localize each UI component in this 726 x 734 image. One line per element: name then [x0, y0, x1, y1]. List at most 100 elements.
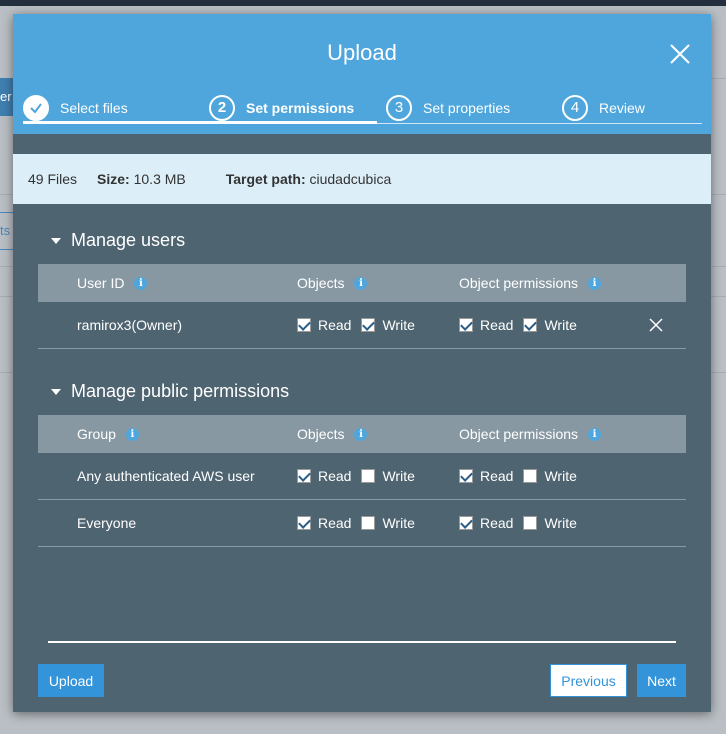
- permissions-write-checkbox[interactable]: Write: [523, 317, 577, 333]
- checkbox-label: Read: [318, 317, 352, 333]
- background-tab-label: er: [0, 89, 12, 104]
- table-row: ramirox3(Owner) Read Write Read Write: [38, 302, 686, 349]
- column-objects: Objects i: [297, 264, 368, 302]
- column-label: Object permissions: [459, 275, 579, 291]
- column-user-id: User ID i: [77, 264, 148, 302]
- permissions-read-checkbox[interactable]: Read: [459, 468, 513, 484]
- close-icon[interactable]: [668, 42, 692, 66]
- step-number: 2: [209, 94, 235, 121]
- objects-permissions: Read Write: [297, 302, 425, 348]
- info-icon[interactable]: i: [134, 276, 148, 290]
- info-icon[interactable]: i: [125, 427, 139, 441]
- background-tab: er: [0, 78, 14, 116]
- checkbox-label: Read: [480, 317, 514, 333]
- column-object-permissions: Object permissions i: [459, 264, 602, 302]
- step-number: 4: [562, 94, 588, 121]
- section-title: Manage users: [71, 230, 186, 250]
- column-objects: Objects i: [297, 415, 368, 453]
- step-label: Review: [599, 99, 645, 116]
- target-path-value: ciudadcubica: [309, 171, 392, 187]
- checkbox-box: [459, 318, 473, 332]
- remove-user-icon[interactable]: [648, 317, 664, 333]
- target-path-label: Target path:: [225, 171, 306, 187]
- info-icon[interactable]: i: [354, 276, 368, 290]
- checkbox-box: [361, 516, 376, 530]
- checkbox-box: [297, 318, 311, 332]
- objects-read-checkbox[interactable]: Read: [297, 468, 351, 484]
- checkbox-box: [361, 318, 376, 332]
- size-label: Size:: [97, 171, 130, 187]
- active-step-indicator: [23, 121, 377, 124]
- file-count: 49 Files: [28, 171, 78, 187]
- checkbox-box: [523, 469, 538, 483]
- objects-write-checkbox[interactable]: Write: [361, 468, 415, 484]
- checkbox-box: [523, 318, 538, 332]
- table-row: Any authenticated AWS user Read Write Re…: [38, 453, 686, 500]
- checkbox-box: [459, 516, 473, 530]
- group-name: Any authenticated AWS user: [77, 468, 255, 484]
- object-permissions: Read Write: [459, 453, 587, 499]
- public-permissions-toggle[interactable]: Manage public permissions: [51, 381, 289, 402]
- upload-modal: Upload Select files 2 Set permissions 3 …: [13, 14, 711, 712]
- permissions-write-checkbox[interactable]: Write: [523, 468, 577, 484]
- checkbox-label: Write: [544, 317, 577, 333]
- group-name: Everyone: [77, 515, 137, 531]
- step-set-properties[interactable]: 3 Set properties: [386, 92, 510, 123]
- caret-down-icon: [51, 388, 61, 395]
- checkbox-label: Write: [382, 515, 415, 531]
- next-button[interactable]: Next: [637, 664, 686, 697]
- checkbox-box: [297, 516, 311, 530]
- step-select-files[interactable]: Select files: [23, 92, 128, 123]
- checkbox-label: Write: [382, 317, 415, 333]
- upload-button[interactable]: Upload: [38, 664, 104, 697]
- checkbox-label: Read: [318, 468, 352, 484]
- manage-users-toggle[interactable]: Manage users: [51, 230, 185, 251]
- checkbox-box: [459, 469, 473, 483]
- checkbox-label: Read: [480, 468, 514, 484]
- column-group: Group i: [77, 415, 139, 453]
- step-label: Set permissions: [246, 99, 355, 116]
- step-set-permissions[interactable]: 2 Set permissions: [209, 92, 354, 123]
- user-name: ramirox3(Owner): [77, 317, 183, 333]
- column-label: Objects: [297, 275, 345, 291]
- size-info: Size: 10.3 MB: [97, 171, 206, 187]
- modal-title: Upload: [327, 40, 397, 65]
- info-icon[interactable]: i: [588, 427, 602, 441]
- step-label: Set properties: [423, 99, 511, 116]
- checkbox-box: [523, 516, 538, 530]
- checkbox-label: Read: [318, 515, 352, 531]
- objects-read-checkbox[interactable]: Read: [297, 317, 351, 333]
- objects-write-checkbox[interactable]: Write: [361, 515, 415, 531]
- footer-divider: [48, 641, 676, 643]
- column-label: Group: [77, 426, 116, 442]
- info-icon[interactable]: i: [588, 276, 602, 290]
- public-table-header: Group i Objects i Object permissions i: [38, 415, 686, 453]
- step-review[interactable]: 4 Review: [562, 92, 645, 123]
- background-link: ts: [0, 212, 14, 250]
- modal-header: Upload Select files 2 Set permissions 3 …: [13, 14, 711, 134]
- column-label: Objects: [297, 426, 345, 442]
- objects-write-checkbox[interactable]: Write: [361, 317, 415, 333]
- objects-permissions: Read Write: [297, 453, 425, 499]
- checkbox-label: Write: [544, 515, 577, 531]
- step-number: 3: [386, 94, 412, 121]
- wizard-steps: Select files 2 Set permissions 3 Set pro…: [23, 92, 702, 124]
- checkbox-box: [297, 469, 311, 483]
- section-title: Manage public permissions: [71, 381, 290, 401]
- column-label: User ID: [77, 275, 125, 291]
- previous-button[interactable]: Previous: [550, 664, 627, 697]
- caret-down-icon: [51, 237, 61, 244]
- checkbox-label: Read: [480, 515, 514, 531]
- column-object-permissions: Object permissions i: [459, 415, 602, 453]
- permissions-read-checkbox[interactable]: Read: [459, 317, 513, 333]
- checkbox-box: [361, 469, 376, 483]
- permissions-read-checkbox[interactable]: Read: [459, 515, 513, 531]
- background-link-label: ts: [0, 223, 11, 238]
- permissions-write-checkbox[interactable]: Write: [523, 515, 577, 531]
- target-path-info: Target path: ciudadcubica: [226, 171, 411, 187]
- column-label: Object permissions: [459, 426, 579, 442]
- info-icon[interactable]: i: [354, 427, 368, 441]
- object-permissions: Read Write: [459, 302, 587, 348]
- upload-summary: 49 Files Size: 10.3 MB Target path: ciud…: [13, 154, 711, 204]
- objects-read-checkbox[interactable]: Read: [297, 515, 351, 531]
